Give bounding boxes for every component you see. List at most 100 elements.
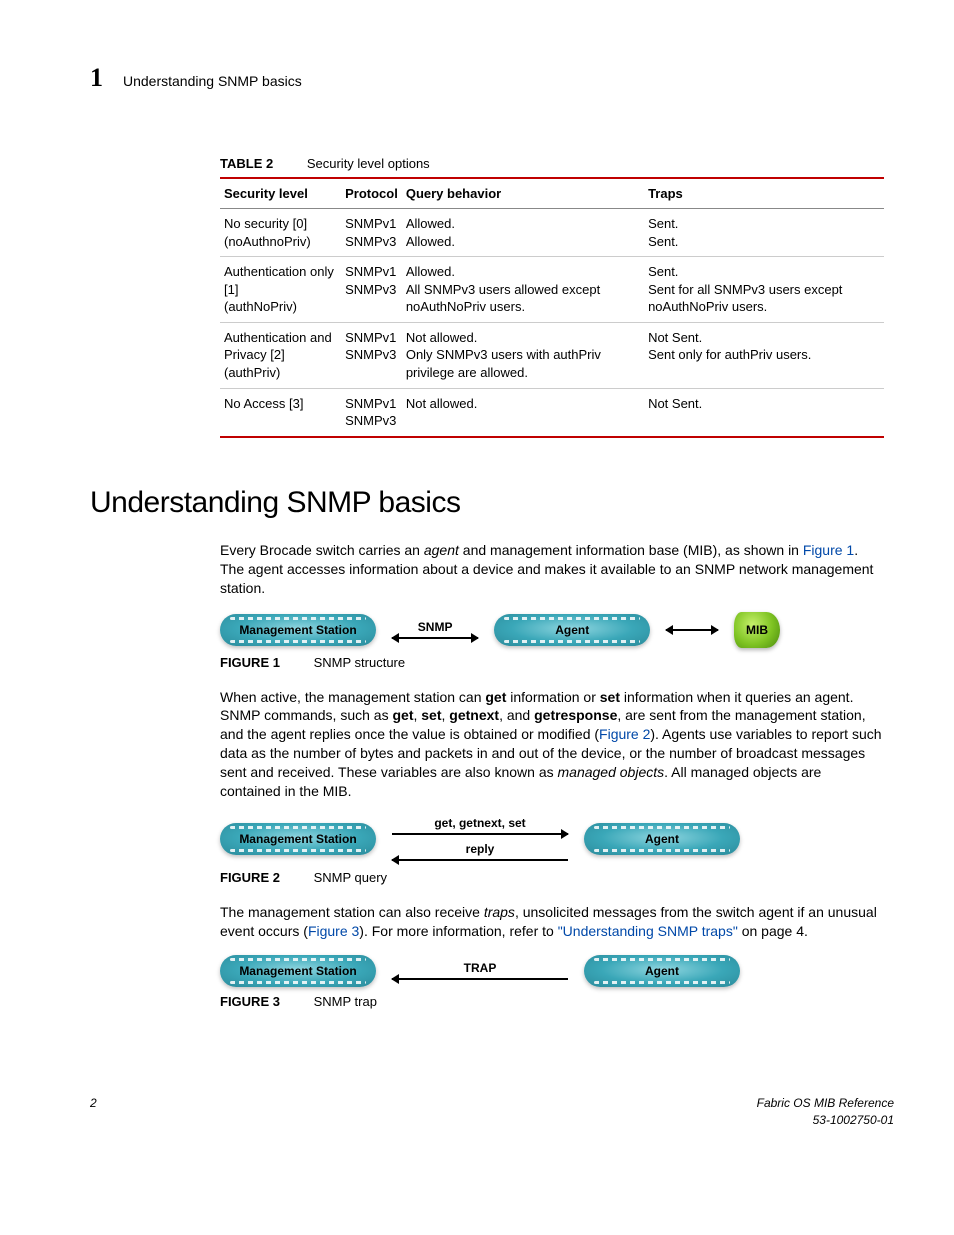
cell: SNMPv3: [345, 282, 396, 297]
cell: SNMPv1: [345, 264, 396, 279]
management-station-node: Management Station: [220, 955, 376, 987]
double-arrow-icon: [666, 629, 718, 631]
cell: Privacy [2]: [224, 347, 285, 362]
table-row: Authentication only [1] (authNoPriv) SNMP…: [220, 257, 884, 323]
col-protocol: Protocol: [341, 178, 402, 209]
text: The management station can also receive: [220, 904, 484, 920]
caption-title: SNMP trap: [314, 994, 377, 1009]
table2-caption: TABLE 2 Security level options: [220, 155, 884, 173]
text-emphasis: traps: [484, 904, 515, 920]
paragraph-3: The management station can also receive …: [220, 903, 884, 941]
cell: No security [0]: [224, 216, 307, 231]
arrow-label: SNMP: [418, 619, 453, 635]
cell: SNMPv1: [345, 330, 396, 345]
cell: SNMPv3: [345, 234, 396, 249]
table-row: No security [0] (noAuthnoPriv) SNMPv1 SNMP…: [220, 209, 884, 257]
text-emphasis: agent: [424, 542, 459, 558]
text-bold: get: [392, 707, 413, 723]
cell: Not Sent.: [648, 396, 702, 411]
security-level-table: Security level Protocol Query behavior T…: [220, 177, 884, 438]
arrow-label: get, getnext, set: [434, 815, 525, 831]
cell: Authentication only [1]: [224, 264, 334, 297]
text-bold: set: [600, 689, 620, 705]
doc-title: Fabric OS MIB Reference: [757, 1096, 894, 1110]
caption-label: FIGURE 2: [220, 870, 280, 885]
text: on page 4.: [738, 923, 808, 939]
figure1-caption: FIGURE 1 SNMP structure: [220, 654, 884, 672]
cell: SNMPv1: [345, 216, 396, 231]
figure-1: Management Station SNMP Agent MIB: [220, 612, 780, 648]
snmp-arrow: SNMP: [392, 619, 478, 641]
left-arrow-icon: [392, 978, 568, 980]
agent-node: Agent: [494, 614, 650, 646]
cell: Sent for all SNMPv3 users except noAuthN…: [648, 282, 842, 315]
text-bold: get: [485, 689, 506, 705]
cell: Sent.: [648, 216, 678, 231]
cell: Allowed.: [406, 234, 455, 249]
cell: (authNoPriv): [224, 299, 297, 314]
text: and management information base (MIB), a…: [459, 542, 803, 558]
cell: Not allowed.: [406, 396, 478, 411]
figure-2: Management Station get, getnext, set rep…: [220, 815, 740, 863]
cell: No Access [3]: [224, 396, 303, 411]
table2-caption-label: TABLE 2: [220, 156, 273, 171]
mib-arrow: [666, 627, 718, 633]
col-traps: Traps: [644, 178, 884, 209]
text: ). For more information, refer to: [359, 923, 557, 939]
table-row: No Access [3] SNMPv1SNMPv3 Not allowed. …: [220, 388, 884, 437]
arrow-label: reply: [466, 841, 495, 857]
page-header: 1 Understanding SNMP basics: [90, 60, 894, 95]
section-heading: Understanding SNMP basics: [90, 483, 894, 524]
page-number: 2: [90, 1095, 97, 1127]
doc-number: 53-1002750-01: [813, 1113, 894, 1127]
mib-node: MIB: [734, 612, 780, 648]
figure1-link[interactable]: Figure 1: [803, 542, 854, 558]
understanding-traps-link[interactable]: "Understanding SNMP traps": [558, 923, 738, 939]
cell: (noAuthnoPriv): [224, 234, 311, 249]
caption-label: FIGURE 1: [220, 655, 280, 670]
col-security-level: Security level: [220, 178, 341, 209]
cell: SNMPv1: [345, 396, 396, 411]
chapter-title: Understanding SNMP basics: [123, 72, 302, 91]
text: When active, the management station can: [220, 689, 485, 705]
cell: (authPriv): [224, 365, 280, 380]
text: Every Brocade switch carries an: [220, 542, 424, 558]
chapter-number: 1: [90, 60, 103, 95]
cell: Sent only for authPriv users.: [648, 347, 811, 362]
table-row: Authentication andPrivacy [2](authPriv) …: [220, 322, 884, 388]
figure2-caption: FIGURE 2 SNMP query: [220, 869, 884, 887]
cell: SNMPv3: [345, 347, 396, 362]
cell: Allowed.: [406, 216, 455, 231]
paragraph-2: When active, the management station can …: [220, 688, 884, 801]
trap-arrow: TRAP: [392, 960, 568, 982]
cell: Authentication and: [224, 330, 332, 345]
cell: Allowed.: [406, 264, 455, 279]
agent-node: Agent: [584, 955, 740, 987]
figure3-caption: FIGURE 3 SNMP trap: [220, 993, 884, 1011]
management-station-node: Management Station: [220, 614, 376, 646]
cell: SNMPv3: [345, 413, 396, 428]
caption-title: SNMP structure: [314, 655, 406, 670]
caption-label: FIGURE 3: [220, 994, 280, 1009]
text-bold: set: [421, 707, 441, 723]
text-bold: getnext: [449, 707, 499, 723]
text: information or: [506, 689, 599, 705]
figure2-link[interactable]: Figure 2: [599, 726, 650, 742]
cell: Not Sent.: [648, 330, 702, 345]
cell: Not allowed.: [406, 330, 478, 345]
right-arrow-icon: [392, 833, 568, 835]
figure-3: Management Station TRAP Agent: [220, 955, 740, 987]
table2-caption-title: Security level options: [307, 156, 430, 171]
left-arrow-icon: [392, 859, 568, 861]
arrow-label: TRAP: [464, 960, 497, 976]
management-station-node: Management Station: [220, 823, 376, 855]
text: , and: [499, 707, 534, 723]
col-query-behavior: Query behavior: [402, 178, 644, 209]
text-bold: getresponse: [534, 707, 617, 723]
cell: Sent.: [648, 264, 678, 279]
figure3-link[interactable]: Figure 3: [308, 923, 359, 939]
page-footer: 2 Fabric OS MIB Reference 53-1002750-01: [90, 1095, 894, 1127]
paragraph-1: Every Brocade switch carries an agent an…: [220, 541, 884, 598]
cell: Only SNMPv3 users with authPriv privileg…: [406, 347, 601, 380]
cell: Sent.: [648, 234, 678, 249]
